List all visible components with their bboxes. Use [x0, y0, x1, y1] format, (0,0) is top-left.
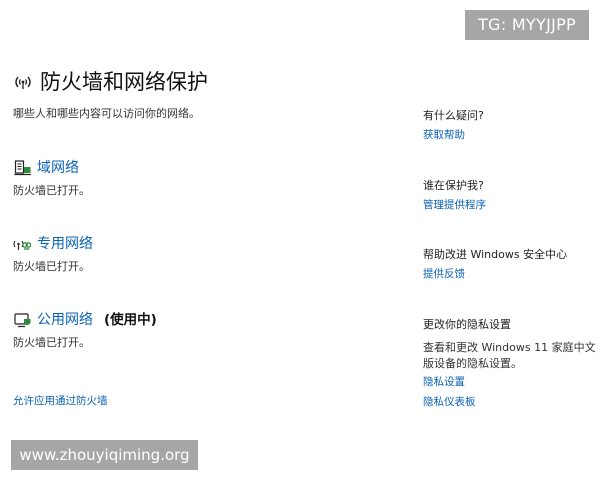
- questions-heading: 有什么疑问?: [423, 109, 484, 122]
- privacy-settings-link[interactable]: 隐私设置: [423, 375, 465, 390]
- privacy-dashboard-link[interactable]: 隐私仪表板: [423, 395, 476, 410]
- domain-network-icon: [14, 160, 32, 176]
- allow-app-through-firewall-link[interactable]: 允许应用通过防火墙: [13, 394, 108, 409]
- watermark-top: TG: MYYJJPP: [465, 10, 589, 40]
- page-subtitle: 哪些人和哪些内容可以访问你的网络。: [13, 107, 200, 120]
- page-title: 防火墙和网络保护: [40, 70, 208, 94]
- get-help-link[interactable]: 获取帮助: [423, 128, 465, 143]
- improve-heading: 帮助改进 Windows 安全中心: [423, 248, 568, 261]
- give-feedback-link[interactable]: 提供反馈: [423, 267, 465, 282]
- watermark-bottom: www.zhouyiqiming.org: [11, 440, 198, 470]
- privacy-description: 查看和更改 Windows 11 家庭中文版设备的隐私设置。: [423, 341, 596, 370]
- public-network-link[interactable]: 公用网络: [37, 310, 93, 330]
- domain-network-link[interactable]: 域网络: [37, 158, 79, 178]
- privacy-heading: 更改你的隐私设置: [423, 318, 511, 331]
- public-network-status: 防火墙已打开。: [13, 336, 90, 349]
- wireless-antenna-icon: [13, 74, 33, 90]
- private-network-link[interactable]: 专用网络: [37, 234, 93, 254]
- private-network-status: 防火墙已打开。: [13, 260, 90, 273]
- public-network-icon: [14, 312, 32, 328]
- protector-heading: 谁在保护我?: [423, 179, 484, 192]
- in-use-label: (使用中): [104, 312, 157, 328]
- manage-providers-link[interactable]: 管理提供程序: [423, 198, 486, 213]
- domain-network-status: 防火墙已打开。: [13, 184, 90, 197]
- private-network-icon: [13, 236, 32, 252]
